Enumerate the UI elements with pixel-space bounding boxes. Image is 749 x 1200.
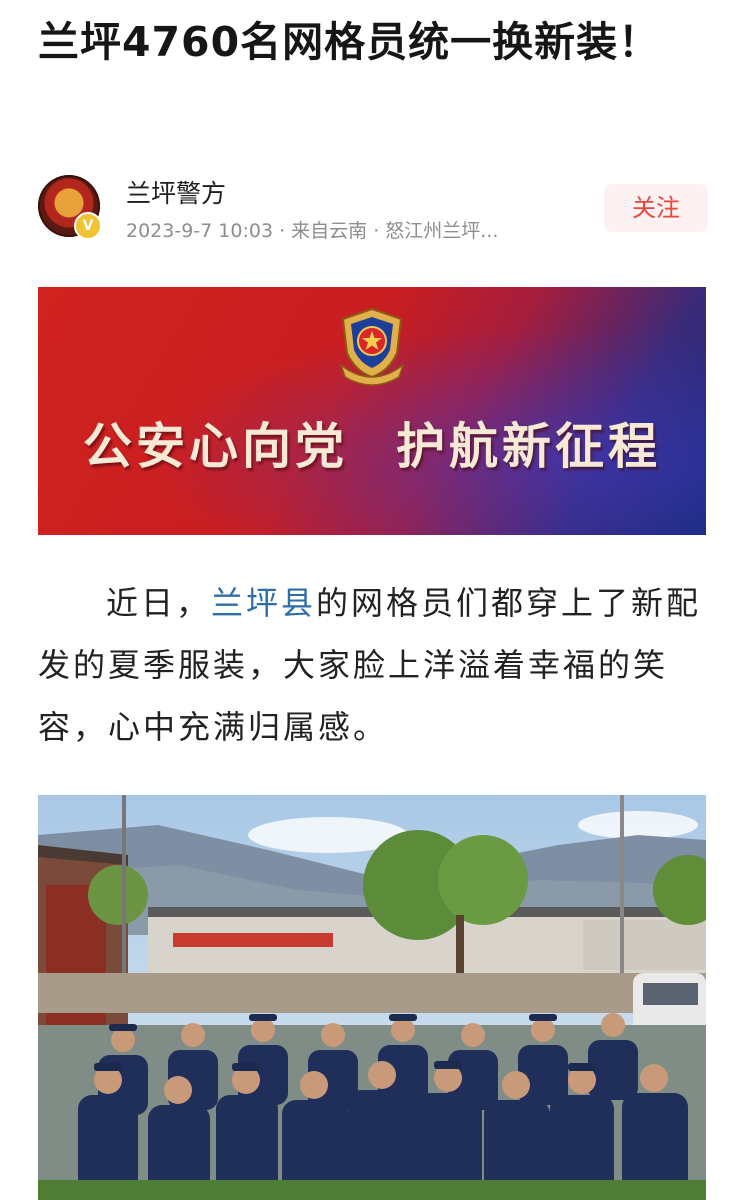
verified-badge-icon: V (74, 212, 102, 240)
slogan-right: 护航新征程 (396, 418, 662, 475)
banner-slogan: 公安心向党 护航新征程 (38, 407, 706, 478)
para-text-start: 近日， (106, 584, 212, 622)
follow-button[interactable]: 关注 (604, 184, 708, 232)
author-bar: V 兰坪警方 2023-9-7 10:03 · 来自云南 · 怒江州兰坪... … (38, 172, 708, 242)
slogan-left: 公安心向党 (82, 418, 348, 475)
post-meta: 2023-9-7 10:03 · 来自云南 · 怒江州兰坪... (126, 220, 499, 242)
county-link[interactable]: 兰坪县 (211, 584, 316, 622)
article-title: 兰坪4760名网格员统一换新装！ (38, 18, 661, 66)
group-photo-image-icon (38, 795, 706, 1200)
group-photo[interactable] (38, 795, 706, 1200)
article-banner: 公安心向党 护航新征程 (38, 287, 706, 535)
article-paragraph: 近日，兰坪县的网格员们都穿上了新配发的夏季服装，大家脸上洋溢着幸福的笑容，心中充… (38, 572, 706, 758)
police-emblem-icon (339, 307, 405, 386)
author-name[interactable]: 兰坪警方 (126, 174, 226, 210)
